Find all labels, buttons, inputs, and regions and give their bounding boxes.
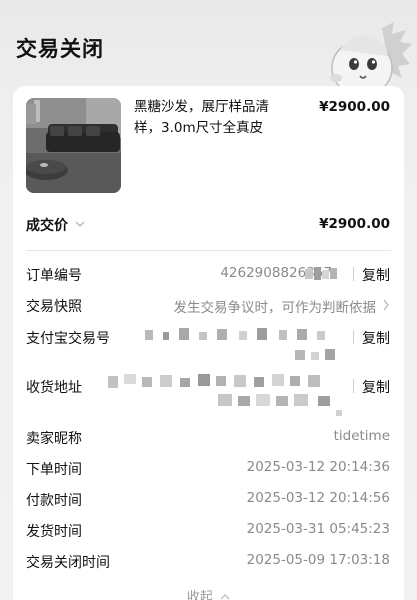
pay-time-value: 2025-03-12 20:14:56 — [246, 490, 390, 506]
deal-price-value: ¥2900.00 — [319, 216, 390, 232]
page-title: 交易关闭 — [16, 37, 104, 61]
collapse-label: 收起 — [186, 590, 213, 600]
chevron-up-icon — [220, 594, 230, 600]
chevron-right-icon[interactable] — [382, 299, 390, 311]
product-image[interactable] — [26, 98, 121, 193]
order-card: 黑糖沙发，展厅样品清样，3.0m尺寸全真皮 ¥2900.00 成交价 ¥2900… — [13, 86, 404, 600]
redacted-alipay-no — [145, 326, 343, 366]
copy-alipay-no-button[interactable]: 复制 — [362, 328, 390, 348]
ship-time-value: 2025-03-31 05:45:23 — [246, 521, 390, 537]
sofa-photo — [26, 98, 121, 193]
chevron-down-icon[interactable] — [74, 219, 86, 229]
snapshot-label[interactable]: 交易快照 — [26, 296, 82, 316]
collapse-button[interactable]: 收起 — [13, 586, 404, 600]
separator — [353, 330, 354, 344]
address-label: 收货地址 — [26, 380, 82, 396]
deal-price-label[interactable]: 成交价 — [26, 215, 68, 235]
pay-time-label: 付款时间 — [26, 493, 82, 509]
redacted-address — [108, 372, 346, 418]
alipay-no-label: 支付宝交易号 — [26, 331, 110, 347]
seller-label: 卖家昵称 — [26, 431, 82, 447]
order-no-label: 订单编号 — [26, 268, 82, 284]
copy-order-no-button[interactable]: 复制 — [362, 265, 390, 285]
copy-address-button[interactable]: 复制 — [362, 377, 390, 397]
redacted-mosaic — [305, 267, 337, 281]
snapshot-value[interactable]: 发生交易争议时，可作为判断依据 — [174, 296, 377, 316]
order-time-value: 2025-03-12 20:14:36 — [246, 459, 390, 475]
separator — [353, 267, 354, 281]
product-title[interactable]: 黑糖沙发，展厅样品清样，3.0m尺寸全真皮 — [134, 97, 294, 139]
product-price: ¥2900.00 — [319, 99, 390, 115]
seller-value: tidetime — [333, 428, 390, 444]
close-time-value: 2025-05-09 17:03:18 — [246, 552, 390, 568]
order-time-label: 下单时间 — [26, 462, 82, 478]
divider — [26, 250, 391, 251]
separator — [353, 379, 354, 393]
ship-time-label: 发货时间 — [26, 524, 82, 540]
close-time-label: 交易关闭时间 — [26, 555, 110, 571]
